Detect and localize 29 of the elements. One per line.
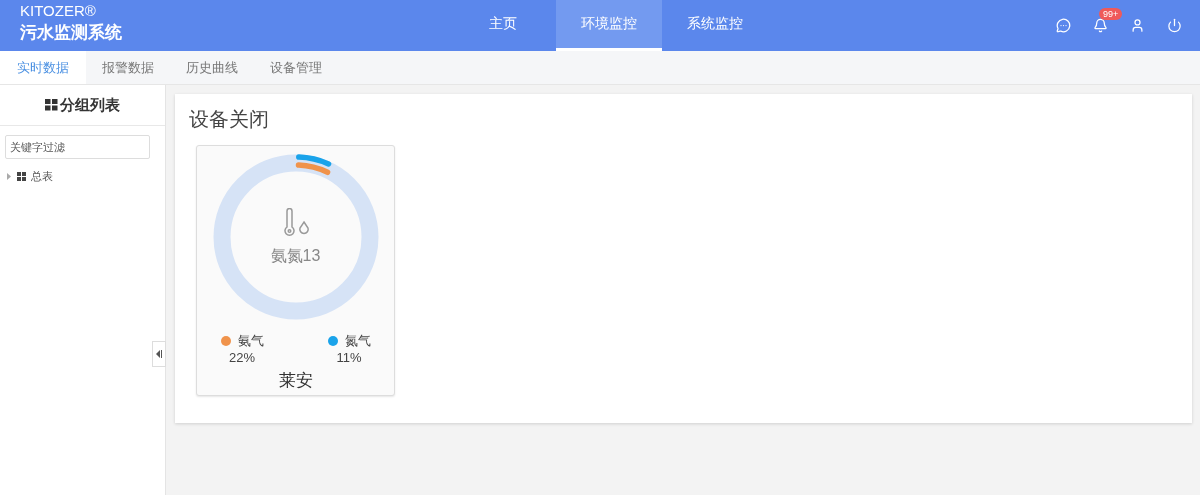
brand-name: KITOZER® xyxy=(20,2,97,20)
system-title: 污水监测系统 xyxy=(20,22,123,44)
panel-title: 设备关闭 xyxy=(189,107,270,132)
bell-icon[interactable] xyxy=(1093,18,1108,33)
nav-item[interactable]: 主页 xyxy=(450,0,556,51)
power-icon[interactable] xyxy=(1167,18,1182,33)
tab[interactable]: 报警数据 xyxy=(86,51,170,84)
collapse-handle[interactable] xyxy=(152,341,166,367)
user-icon[interactable] xyxy=(1130,18,1145,33)
tab[interactable]: 历史曲线 xyxy=(170,51,254,84)
sidebar-title: 分组列表 xyxy=(60,95,120,115)
legend-value: 11% xyxy=(336,350,362,365)
filter-field[interactable]: 关键字过滤 xyxy=(5,135,150,159)
nav-item[interactable]: 系统监控 xyxy=(662,0,768,51)
tab[interactable]: 实时数据 xyxy=(0,51,86,84)
legend-name: 氨气 xyxy=(237,332,264,350)
grid-icon xyxy=(45,99,58,111)
nav-item[interactable]: 环境监控 xyxy=(556,0,662,51)
gauge-label: 氨氮13 xyxy=(270,245,321,266)
legend-name: 氮气 xyxy=(344,332,371,350)
tree-item[interactable]: 总表 xyxy=(31,169,53,184)
caret-left-icon xyxy=(156,350,162,358)
tab[interactable]: 设备管理 xyxy=(254,51,338,84)
caret-right-icon[interactable] xyxy=(7,173,12,180)
device-name: 莱安 xyxy=(278,370,313,392)
grid-icon xyxy=(17,172,26,181)
notification-badge: 99+ xyxy=(1099,8,1123,20)
legend-value: 22% xyxy=(229,350,255,365)
chat-icon[interactable] xyxy=(1056,18,1071,33)
